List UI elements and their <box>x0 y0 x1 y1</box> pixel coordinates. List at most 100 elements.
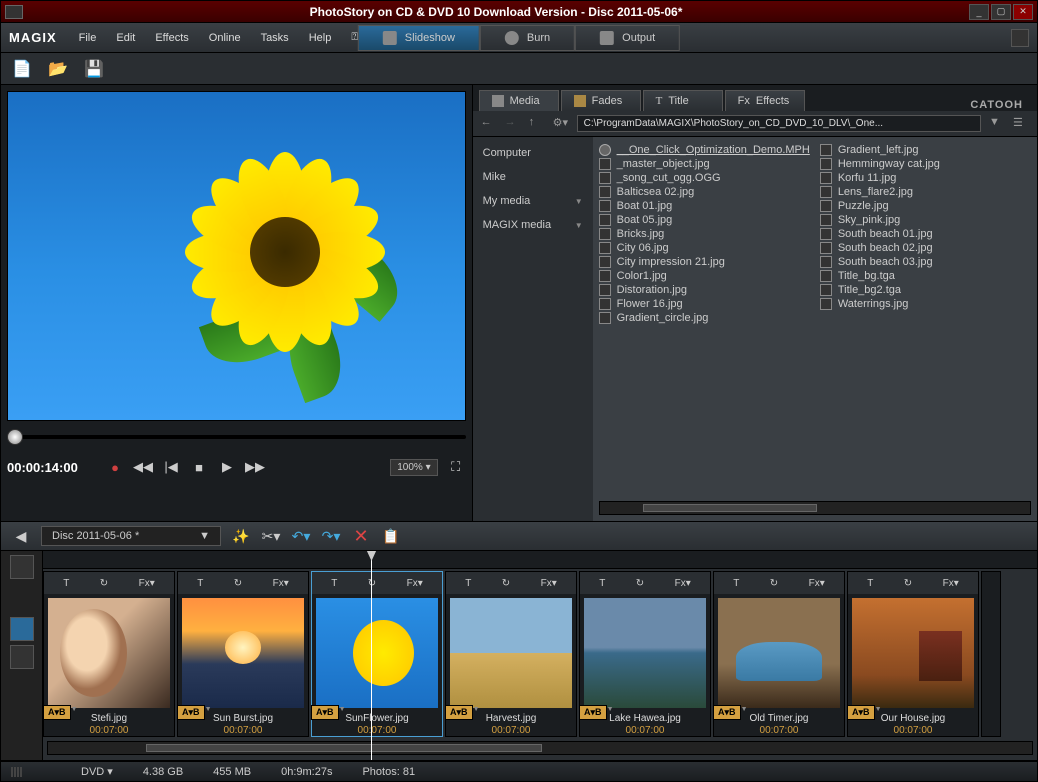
catooh-logo[interactable]: CATOOH <box>970 99 1031 111</box>
file-item[interactable]: Sky_pink.jpg <box>820 213 1031 227</box>
clip-rotate-button[interactable]: ↻ <box>901 578 915 589</box>
disc-select[interactable]: Disc 2011-05-06 *▼ <box>41 526 221 546</box>
clip-title-button[interactable]: T <box>60 578 72 589</box>
menu-tasks[interactable]: Tasks <box>253 28 297 48</box>
file-item[interactable]: _song_cut_ogg.OGG <box>599 171 810 185</box>
file-item[interactable]: Gradient_left.jpg <box>820 143 1031 157</box>
clip-title-button[interactable]: T <box>328 578 340 589</box>
file-item[interactable]: Boat 01.jpg <box>599 199 810 213</box>
file-item[interactable]: _master_object.jpg <box>599 157 810 171</box>
file-item[interactable]: Lens_flare2.jpg <box>820 185 1031 199</box>
timeline-clip[interactable]: T ↻ Fx▾ Sun Burst.jpg 00:07:00 A▾B <box>177 571 309 737</box>
timeline-clip[interactable]: T ↻ Fx▾ Stefi.jpg 00:07:00 A▾B <box>43 571 175 737</box>
transition-badge[interactable]: A▾B <box>445 705 473 720</box>
file-item[interactable]: Korfu 11.jpg <box>820 171 1031 185</box>
tl-collapse[interactable]: ◀ <box>11 526 31 546</box>
path-dropdown[interactable]: ▼ <box>989 116 1005 132</box>
tl-paste[interactable]: 📋 <box>381 526 401 546</box>
transition-badge[interactable]: A▾B <box>43 705 71 720</box>
tl-redo[interactable]: ↷▾ <box>321 526 341 546</box>
view-timeline-button[interactable] <box>10 645 34 669</box>
clip-fx-button[interactable]: Fx▾ <box>270 578 292 589</box>
tree-item[interactable]: Computer <box>479 145 587 161</box>
timeline-clip[interactable]: T ↻ Fx▾ Harvest.jpg 00:07:00 A▾B <box>445 571 577 737</box>
transition-badge[interactable]: A▾B <box>311 705 339 720</box>
tl-wizard[interactable]: ✨ <box>231 526 251 546</box>
play-button[interactable]: ▶ <box>217 457 237 477</box>
mode-slideshow[interactable]: Slideshow <box>358 25 480 51</box>
file-item[interactable]: __One_Click_Optimization_Demo.MPH <box>599 143 810 157</box>
status-dvd[interactable]: DVD ▾ <box>81 765 113 778</box>
menu-online[interactable]: Online <box>201 28 249 48</box>
timeline-clip[interactable]: T ↻ Fx▾ Lake Hawea.jpg 00:07:00 A▾B <box>579 571 711 737</box>
file-item[interactable]: Flower 16.jpg <box>599 297 810 311</box>
view-grid-button[interactable] <box>10 555 34 579</box>
file-item[interactable]: Bricks.jpg <box>599 227 810 241</box>
record-button[interactable]: ● <box>105 457 125 477</box>
clip-fx-button[interactable]: Fx▾ <box>404 578 426 589</box>
close-button[interactable]: ✕ <box>1013 4 1033 20</box>
prev-button[interactable]: |◀ <box>161 457 181 477</box>
clip-rotate-button[interactable]: ↻ <box>767 578 781 589</box>
tab-effects[interactable]: FxEffects <box>725 90 805 111</box>
view-storyboard-button[interactable] <box>10 617 34 641</box>
file-item[interactable]: Title_bg2.tga <box>820 283 1031 297</box>
menu-settings[interactable] <box>1011 29 1029 47</box>
file-item[interactable]: Boat 05.jpg <box>599 213 810 227</box>
menu-help[interactable]: Help <box>301 28 340 48</box>
tab-fades[interactable]: Fades <box>561 90 641 111</box>
tree-item[interactable]: Mike <box>479 169 587 185</box>
menu-file[interactable]: File <box>71 28 105 48</box>
view-mode[interactable]: ☰ <box>1013 116 1029 132</box>
transition-badge[interactable]: A▾B <box>177 705 205 720</box>
clip-title-button[interactable]: T <box>462 578 474 589</box>
menu-edit[interactable]: Edit <box>108 28 143 48</box>
tl-undo[interactable]: ↶▾ <box>291 526 311 546</box>
clip-fx-button[interactable]: Fx▾ <box>538 578 560 589</box>
file-item[interactable]: Puzzle.jpg <box>820 199 1031 213</box>
clip-rotate-button[interactable]: ↻ <box>97 578 111 589</box>
transition-badge[interactable]: A▾B <box>579 705 607 720</box>
fullscreen-button[interactable]: ⛶ <box>446 457 466 477</box>
nav-back[interactable]: ← <box>481 116 497 132</box>
tl-split[interactable]: ✂▾ <box>261 526 281 546</box>
clip-rotate-button[interactable]: ↻ <box>499 578 513 589</box>
timeline-clip[interactable] <box>981 571 1001 737</box>
fastfwd-button[interactable]: ▶▶ <box>245 457 265 477</box>
file-item[interactable]: Hemmingway cat.jpg <box>820 157 1031 171</box>
tree-item[interactable]: My media▼ <box>479 193 587 209</box>
file-item[interactable]: Distoration.jpg <box>599 283 810 297</box>
tl-delete[interactable]: ✕ <box>351 526 371 546</box>
stop-button[interactable]: ■ <box>189 457 209 477</box>
file-item[interactable]: City 06.jpg <box>599 241 810 255</box>
mode-burn[interactable]: Burn <box>480 25 575 51</box>
file-item[interactable]: Color1.jpg <box>599 269 810 283</box>
menu-effects[interactable]: Effects <box>147 28 196 48</box>
timeline-hscroll[interactable] <box>47 741 1033 755</box>
file-item[interactable]: Title_bg.tga <box>820 269 1031 283</box>
tab-title[interactable]: TTitle <box>643 90 723 111</box>
tree-item[interactable]: MAGIX media▼ <box>479 217 587 233</box>
file-item[interactable]: City impression 21.jpg <box>599 255 810 269</box>
nav-options[interactable]: ⚙▾ <box>553 116 569 132</box>
clip-fx-button[interactable]: Fx▾ <box>136 578 158 589</box>
timeline-clip[interactable]: T ↻ Fx▾ SunFlower.jpg 00:07:00 A▾B <box>311 571 443 737</box>
clip-rotate-button[interactable]: ↻ <box>633 578 647 589</box>
mode-output[interactable]: Output <box>575 25 680 51</box>
minimize-button[interactable]: _ <box>969 4 989 20</box>
timeline-clip[interactable]: T ↻ Fx▾ Old Timer.jpg 00:07:00 A▾B <box>713 571 845 737</box>
path-field[interactable]: C:\ProgramData\MAGIX\PhotoStory_on_CD_DV… <box>577 115 981 132</box>
clip-title-button[interactable]: T <box>730 578 742 589</box>
transition-badge[interactable]: A▾B <box>713 705 741 720</box>
transition-badge[interactable]: A▾B <box>847 705 875 720</box>
open-button[interactable] <box>47 58 69 80</box>
tab-media[interactable]: Media <box>479 90 559 111</box>
zoom-select[interactable]: 100% ▾ <box>390 459 437 476</box>
file-item[interactable]: Waterrings.jpg <box>820 297 1031 311</box>
clip-title-button[interactable]: T <box>864 578 876 589</box>
scrub-bar[interactable] <box>7 427 466 447</box>
nav-up[interactable]: ↑ <box>529 116 545 132</box>
clip-title-button[interactable]: T <box>194 578 206 589</box>
timeline-clip[interactable]: T ↻ Fx▾ Our House.jpg 00:07:00 A▾B <box>847 571 979 737</box>
clip-fx-button[interactable]: Fx▾ <box>940 578 962 589</box>
